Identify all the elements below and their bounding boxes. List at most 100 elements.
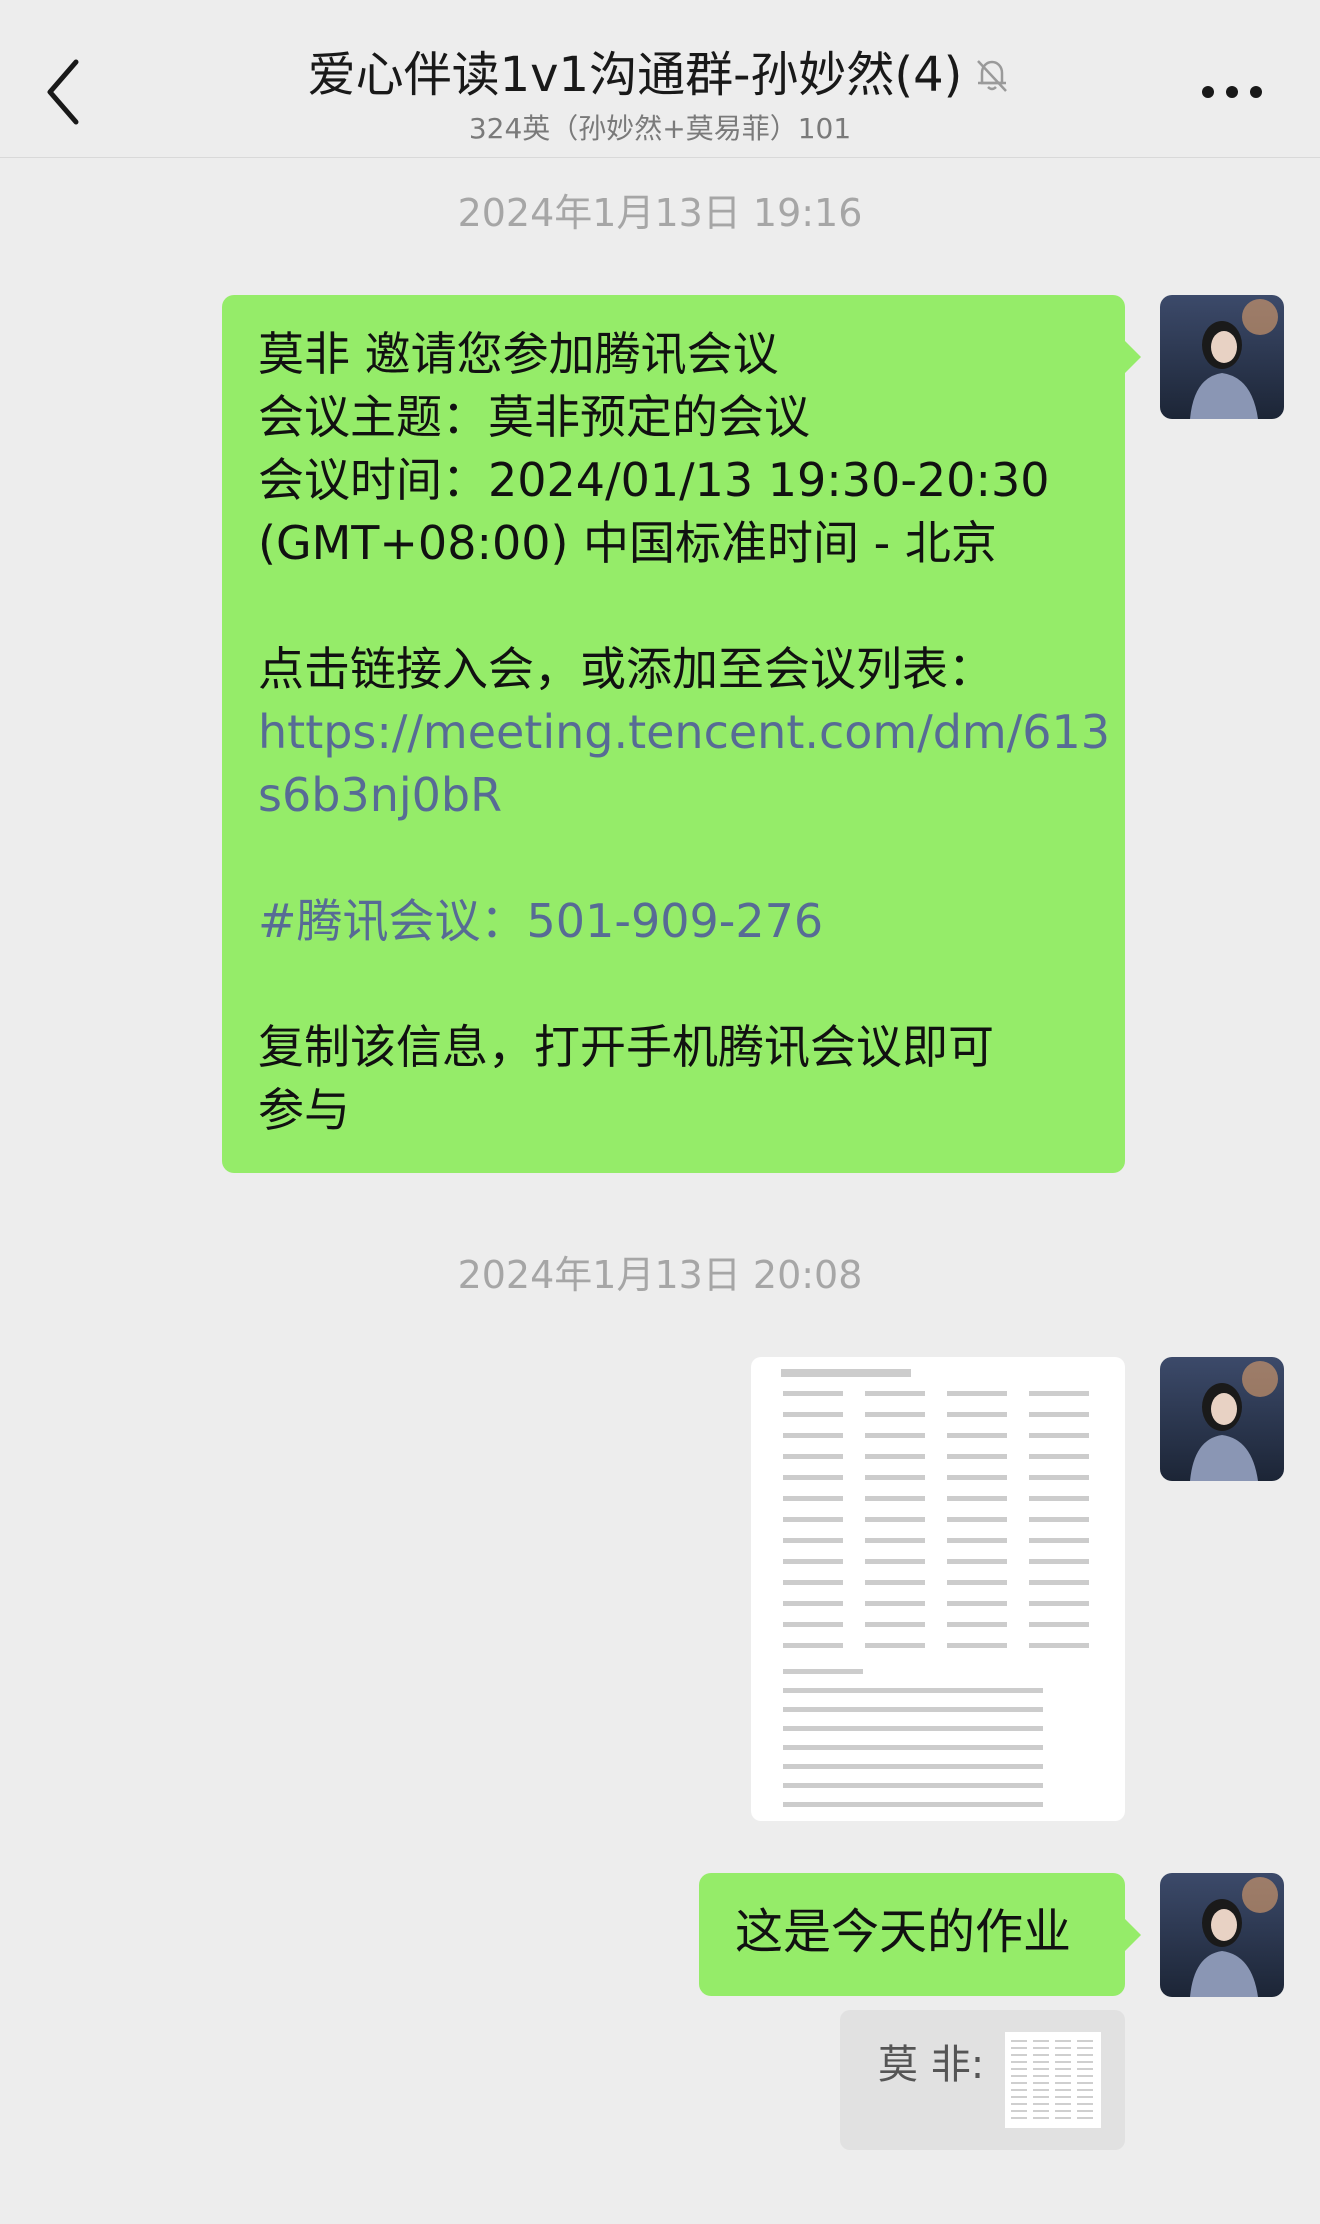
worksheet-cell — [865, 1643, 925, 1648]
thumb-cell — [1077, 2096, 1093, 2098]
worksheet-cell — [947, 1643, 1007, 1648]
worksheet-cell — [865, 1601, 925, 1606]
worksheet-sentence — [783, 1802, 1043, 1807]
thumb-cell — [1011, 2110, 1027, 2112]
worksheet-cell — [1029, 1433, 1089, 1438]
worksheet-sentence — [783, 1669, 863, 1674]
thumb-cell — [1077, 2061, 1093, 2063]
meeting-id-link[interactable]: #腾讯会议：501-909-276 — [258, 890, 1089, 953]
homework-worksheet-image — [781, 1369, 1089, 1807]
worksheet-cell — [783, 1454, 843, 1459]
worksheet-cell — [783, 1559, 843, 1564]
thumb-cell — [1077, 2068, 1093, 2070]
timestamp: 2024年1月13日 19:16 — [457, 191, 863, 235]
worksheet-sentence — [783, 1764, 1043, 1769]
meeting-invite-bubble[interactable]: 莫非 邀请您参加腾讯会议 会议主题：莫非预定的会议 会议时间：2024/01/1… — [222, 295, 1141, 1173]
thumb-cell — [1055, 2075, 1071, 2077]
worksheet-cell — [865, 1622, 925, 1627]
worksheet-sentence — [783, 1745, 1043, 1750]
quoted-message[interactable]: 莫 非: — [840, 2010, 1125, 2150]
thumb-cell — [1033, 2103, 1049, 2105]
thumb-cell — [1077, 2054, 1093, 2056]
worksheet-cell — [783, 1643, 843, 1648]
thumb-cell — [1055, 2054, 1071, 2056]
worksheet-cell — [783, 1433, 843, 1438]
worksheet-cell — [865, 1517, 925, 1522]
invite-line: 莫非 邀请您参加腾讯会议 — [258, 327, 779, 381]
more-dot — [1226, 86, 1238, 98]
worksheet-cell — [1029, 1391, 1089, 1396]
more-dot — [1250, 86, 1262, 98]
thumb-cell — [1055, 2089, 1071, 2091]
thumb-cell — [1011, 2075, 1027, 2077]
thumb-cell — [1033, 2061, 1049, 2063]
thumb-cell — [1033, 2040, 1049, 2042]
bell-slash-icon — [977, 60, 1008, 92]
worksheet-cell — [865, 1412, 925, 1417]
thumb-cell — [1077, 2075, 1093, 2077]
thumb-cell — [1055, 2110, 1071, 2112]
meeting-link-cont[interactable]: s6b3nj0bR — [258, 764, 1089, 827]
worksheet-cell — [1029, 1643, 1089, 1648]
thumb-cell — [1077, 2040, 1093, 2042]
thumb-cell — [1011, 2047, 1027, 2049]
worksheet-cell — [1029, 1475, 1089, 1480]
back-button[interactable] — [40, 52, 90, 132]
worksheet-cell — [947, 1580, 1007, 1585]
thumb-cell — [1011, 2054, 1027, 2056]
thumb-cell — [1055, 2096, 1071, 2098]
thumb-cell — [1055, 2040, 1071, 2042]
worksheet-sentence — [783, 1783, 1043, 1788]
thumb-cell — [1077, 2117, 1093, 2119]
worksheet-cell — [1029, 1538, 1089, 1543]
invite-line: 参与 — [258, 1083, 350, 1137]
thumb-cell — [1011, 2096, 1027, 2098]
title-block[interactable]: 爱心伴读1v1沟通群-孙妙然(4) 324英（孙妙然+莫易菲）101 — [190, 40, 1130, 146]
thumb-cell — [1033, 2054, 1049, 2056]
worksheet-cell — [947, 1391, 1007, 1396]
thumb-cell — [1077, 2089, 1093, 2091]
invite-line: 点击链接入会，或添加至会议列表： — [258, 642, 994, 696]
thumb-cell — [1011, 2061, 1027, 2063]
worksheet-cell — [947, 1454, 1007, 1459]
worksheet-cell — [1029, 1517, 1089, 1522]
chat-header: 爱心伴读1v1沟通群-孙妙然(4) 324英（孙妙然+莫易菲）101 — [0, 0, 1320, 158]
worksheet-cell — [947, 1517, 1007, 1522]
worksheet-cell — [865, 1496, 925, 1501]
invite-line: 会议主题：莫非预定的会议 — [258, 390, 810, 444]
thumb-cell — [1011, 2068, 1027, 2070]
worksheet-cell — [783, 1538, 843, 1543]
worksheet-cell — [783, 1475, 843, 1480]
worksheet-cell — [865, 1559, 925, 1564]
more-dots-icon — [1202, 86, 1214, 98]
meeting-link[interactable]: https://meeting.tencent.com/dm/613 — [258, 701, 1110, 764]
homework-image-message[interactable] — [751, 1357, 1125, 1821]
worksheet-cell — [947, 1412, 1007, 1417]
thumb-cell — [1077, 2110, 1093, 2112]
more-options-button[interactable] — [1202, 82, 1262, 102]
avatar-photo-icon — [1160, 1873, 1284, 1997]
thumb-cell — [1055, 2068, 1071, 2070]
thumb-cell — [1011, 2040, 1027, 2042]
homework-text-bubble[interactable]: 这是今天的作业 — [699, 1873, 1141, 1996]
avatar[interactable] — [1160, 1873, 1284, 1997]
chat-title-row: 爱心伴读1v1沟通群-孙妙然(4) — [308, 40, 1013, 110]
avatar[interactable] — [1160, 1357, 1284, 1481]
thumb-cell — [1055, 2047, 1071, 2049]
thumb-cell — [1033, 2047, 1049, 2049]
worksheet-cell — [865, 1433, 925, 1438]
avatar-photo-icon — [1160, 1357, 1284, 1481]
avatar[interactable] — [1160, 295, 1284, 419]
worksheet-cell — [783, 1496, 843, 1501]
thumb-cell — [1055, 2082, 1071, 2084]
chevron-left-icon — [47, 59, 79, 125]
worksheet-sentence — [783, 1688, 1043, 1693]
worksheet-cell — [1029, 1622, 1089, 1627]
worksheet-cell — [783, 1412, 843, 1417]
worksheet-cell — [1029, 1559, 1089, 1564]
worksheet-thumbnail-image — [1005, 2032, 1101, 2128]
thumb-cell — [1055, 2103, 1071, 2105]
thumb-cell — [1033, 2089, 1049, 2091]
